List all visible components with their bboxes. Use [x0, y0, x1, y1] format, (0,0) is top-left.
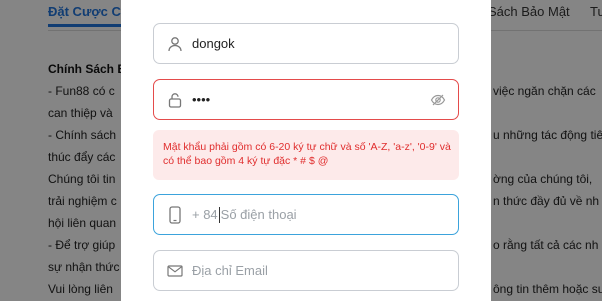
register-modal: dongok •••• Mật khẩu phải gồm có 6-20 ký… — [121, 0, 491, 301]
phone-country-code: + 84 — [192, 207, 218, 222]
phone-field[interactable]: + 84 Số điện thoại — [153, 194, 459, 235]
email-field[interactable]: Địa chỉ Email — [153, 250, 459, 291]
password-error-box: Mật khẩu phải gồm có 6-20 ký tự chữ và s… — [153, 130, 459, 180]
phone-icon — [166, 205, 184, 224]
email-placeholder: Địa chỉ Email — [192, 263, 268, 278]
password-field[interactable]: •••• — [153, 79, 459, 120]
username-field[interactable]: dongok — [153, 23, 459, 64]
password-error-message: Mật khẩu phải gồm có 6-20 ký tự chữ và s… — [163, 141, 451, 167]
user-icon — [166, 35, 184, 53]
eye-off-icon[interactable] — [430, 92, 446, 108]
phone-placeholder: Số điện thoại — [220, 207, 297, 222]
mail-icon — [166, 262, 184, 280]
password-value: •••• — [192, 92, 211, 107]
lock-icon — [166, 91, 184, 109]
text-caret — [218, 206, 220, 223]
username-value: dongok — [192, 36, 235, 51]
